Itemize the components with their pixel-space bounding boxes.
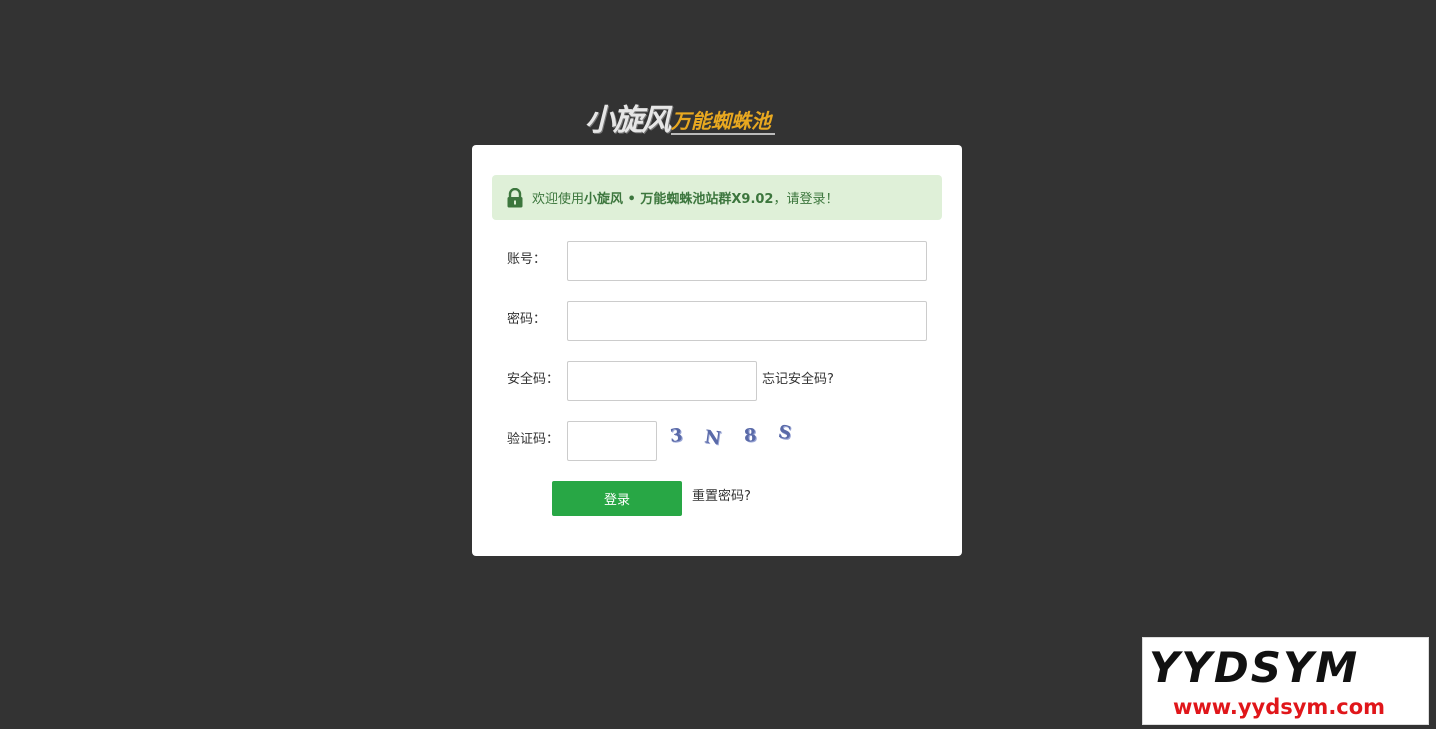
captcha-image[interactable]: 3 N 8 S: [668, 421, 801, 450]
security-code-label: 安全码：: [507, 372, 560, 387]
watermark-logo: YYDSYM www.yydsym.com: [1142, 637, 1429, 725]
alert-suffix: ，请登录！: [773, 192, 839, 207]
captcha-char: S: [777, 421, 802, 446]
security-code-input[interactable]: [567, 361, 757, 401]
logo-sub-text: 万能蜘蛛池: [671, 109, 775, 135]
site-logo: 小旋风 万能蜘蛛池: [585, 98, 775, 138]
lock-icon: [507, 187, 523, 207]
watermark-url: www.yydsym.com: [1173, 695, 1386, 719]
forgot-security-code-link[interactable]: 忘记安全码?: [762, 370, 834, 390]
captcha-char: N: [703, 426, 731, 451]
watermark-brand: YYDSYM: [1149, 643, 1360, 692]
captcha-label: 验证码：: [507, 432, 560, 447]
logo-main-text: 小旋风: [585, 103, 671, 138]
login-button[interactable]: 登录: [552, 481, 682, 516]
password-input[interactable]: [567, 301, 927, 341]
account-input[interactable]: [567, 241, 927, 281]
password-label: 密码：: [507, 312, 547, 327]
alert-product-name: 小旋风 • 万能蜘蛛池站群X9.02: [584, 192, 774, 207]
login-card: 欢迎使用 小旋风 • 万能蜘蛛池站群X9.02 ，请登录！ 账号： 密码： 安全码：…: [472, 145, 962, 556]
alert-prefix: 欢迎使用: [532, 192, 585, 207]
captcha-input[interactable]: [567, 421, 657, 461]
account-label: 账号：: [507, 252, 547, 267]
reset-password-link[interactable]: 重置密码?: [692, 487, 751, 507]
captcha-char: 8: [742, 424, 765, 447]
welcome-alert: 欢迎使用 小旋风 • 万能蜘蛛池站群X9.02 ，请登录！: [492, 175, 942, 220]
captcha-char: 3: [668, 423, 692, 448]
